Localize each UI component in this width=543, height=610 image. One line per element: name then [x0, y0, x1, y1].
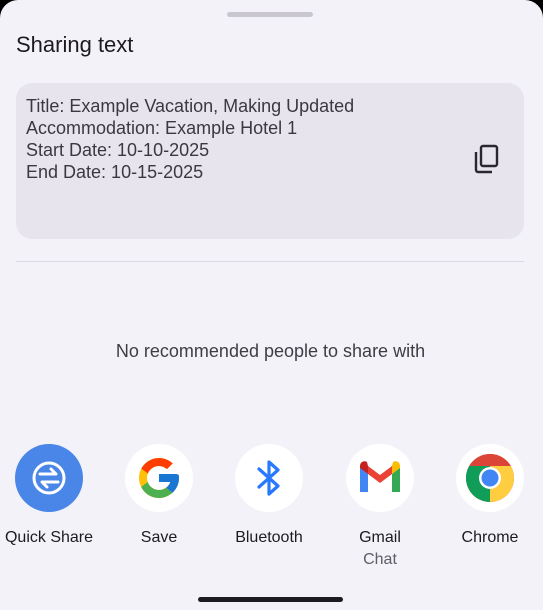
target-label: Save	[140, 529, 178, 546]
copy-icon	[474, 144, 499, 174]
share-target-quick-share[interactable]: Quick Share	[0, 444, 99, 548]
share-target-save[interactable]: Save	[109, 444, 209, 548]
share-sheet: Sharing text Title: Example Vacation, Ma…	[0, 0, 543, 610]
preview-line-end-date: End Date: 10-15-2025	[26, 162, 204, 182]
share-target-chrome[interactable]: Chrome	[440, 444, 540, 548]
preview-line-start-date: Start Date: 10-10-2025	[26, 140, 210, 160]
shared-text-card: Title: Example Vacation, Making Updated …	[16, 83, 524, 239]
share-target-gmail-chat[interactable]: Gmail Chat	[330, 444, 430, 570]
share-target-bluetooth[interactable]: Bluetooth	[219, 444, 319, 548]
target-label: Bluetooth	[235, 529, 303, 546]
preview-line-title: Title: Example Vacation, Making Updated	[26, 96, 355, 116]
target-label: Chrome	[461, 529, 519, 546]
gmail-icon	[346, 444, 414, 512]
sheet-title: Sharing text	[16, 32, 134, 57]
divider	[16, 261, 524, 262]
navigation-handle[interactable]	[198, 597, 343, 602]
drag-handle[interactable]	[227, 12, 313, 17]
bluetooth-icon	[235, 444, 303, 512]
target-label: Gmail	[359, 529, 401, 546]
google-icon	[125, 444, 193, 512]
shared-text-preview: Title: Example Vacation, Making Updated …	[26, 95, 354, 183]
quick-share-icon	[15, 444, 83, 512]
target-label: Quick Share	[4, 529, 94, 546]
target-sublabel: Chat	[363, 551, 397, 568]
preview-line-accommodation: Accommodation: Example Hotel 1	[26, 118, 298, 138]
chrome-icon	[456, 444, 524, 512]
no-recommendations-message: No recommended people to share with	[115, 341, 426, 361]
copy-button[interactable]	[468, 141, 504, 177]
